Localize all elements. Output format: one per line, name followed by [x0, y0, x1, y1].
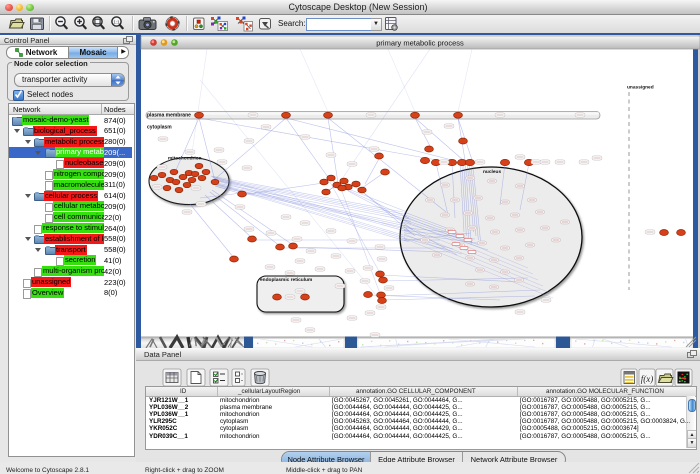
svg-text:endoplasmic reticulum: endoplasmic reticulum: [260, 277, 312, 283]
svg-text:f(x): f(x): [641, 374, 654, 384]
svg-text:mitochondrion: mitochondrion: [168, 156, 202, 162]
svg-text:cytoplasm: cytoplasm: [147, 125, 172, 131]
svg-text:plasma membrane: plasma membrane: [147, 113, 191, 119]
svg-text:nucleus: nucleus: [483, 169, 501, 175]
svg-text:1:1: 1:1: [113, 19, 120, 24]
svg-text:unassigned: unassigned: [627, 85, 654, 91]
svg-text:primary metabolic process: primary metabolic process: [376, 39, 464, 48]
